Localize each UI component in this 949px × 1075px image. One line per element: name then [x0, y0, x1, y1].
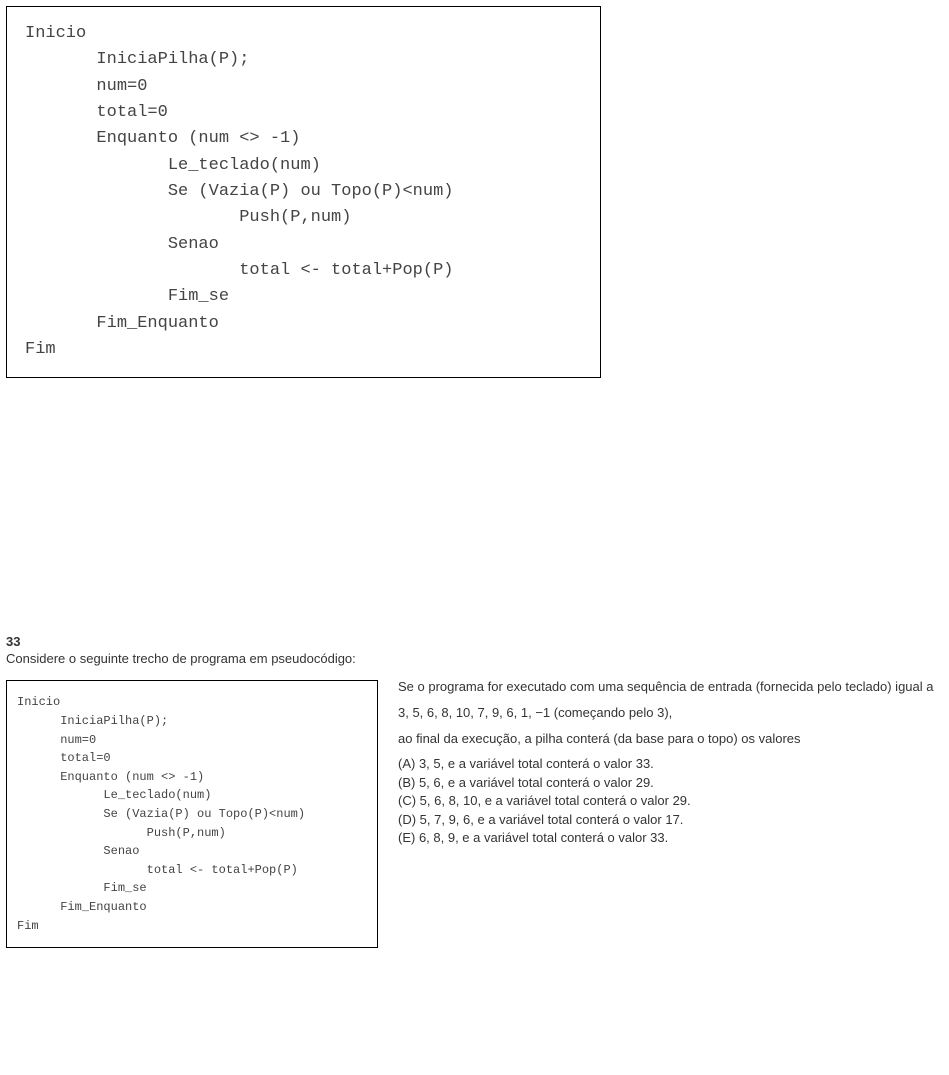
top-code-block: Inicio IniciaPilha(P); num=0 total=0 Enq…	[6, 6, 601, 378]
option-d: (D) 5, 7, 9, 6, e a variável total conte…	[398, 811, 943, 829]
question-intro: Considere o seguinte trecho de programa …	[6, 651, 949, 666]
bottom-code-block: Inicio IniciaPilha(P); num=0 total=0 Enq…	[6, 680, 378, 948]
option-e: (E) 6, 8, 9, e a variável total conterá …	[398, 829, 943, 847]
bottom-row: Inicio IniciaPilha(P); num=0 total=0 Enq…	[0, 676, 949, 954]
spacer	[0, 384, 949, 634]
option-c: (C) 5, 6, 8, 10, e a variável total cont…	[398, 792, 943, 810]
question-number: 33	[6, 634, 949, 649]
prompt-paragraph-1: Se o programa for executado com uma sequ…	[398, 678, 943, 696]
input-sequence: 3, 5, 6, 8, 10, 7, 9, 6, 1, −1 (começand…	[398, 704, 943, 722]
option-b: (B) 5, 6, e a variável total conterá o v…	[398, 774, 943, 792]
question-text-column: Se o programa for executado com uma sequ…	[384, 676, 949, 847]
option-a: (A) 3, 5, e a variável total conterá o v…	[398, 755, 943, 773]
prompt-paragraph-2: ao final da execução, a pilha conterá (d…	[398, 730, 943, 748]
answer-options: (A) 3, 5, e a variável total conterá o v…	[398, 755, 943, 847]
